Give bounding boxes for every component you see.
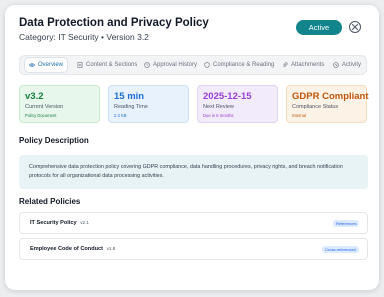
tab-bar: Overview Content & Sections Approval His… <box>19 55 367 75</box>
related-policy-name: Employee Code of Conduct <box>30 245 104 252</box>
related-policy-item[interactable]: Employee Code of Conduct v1.8 Cross-refe… <box>19 238 368 260</box>
relation-badge: References <box>333 219 360 227</box>
tab-overview[interactable]: Overview <box>25 58 68 72</box>
stat-label: Current Version <box>25 104 64 110</box>
eye-icon <box>29 63 35 67</box>
tab-approval-history-label: Approval History <box>153 62 198 68</box>
description-heading: Policy Description <box>19 136 89 145</box>
stat-value: v3.2 <box>25 91 44 102</box>
tab-attachments[interactable]: Attachments <box>282 58 324 72</box>
stat-value: GDPR Compliant <box>292 91 369 102</box>
tab-attachments-label: Attachments <box>291 62 325 68</box>
clock-icon <box>144 62 150 68</box>
tab-content-sections-label: Content & Sections <box>86 62 138 68</box>
description-text: Comprehensive data protection policy cov… <box>29 164 343 179</box>
related-policy-version: v2.1 <box>80 219 89 225</box>
tab-compliance-reading[interactable]: Compliance & Reading <box>204 58 274 72</box>
close-button[interactable] <box>349 21 361 33</box>
related-policies-heading: Related Policies <box>19 197 81 206</box>
tab-compliance-reading-label: Compliance & Reading <box>213 62 275 68</box>
document-icon <box>77 62 83 68</box>
stat-card-reading-time: 15 min Reading Time 2.3 KB <box>108 85 189 123</box>
modal-title: Data Protection and Privacy Policy <box>19 17 209 29</box>
stat-sub: 2.3 KB <box>114 113 127 118</box>
tab-activity-label: Activity <box>342 62 362 68</box>
related-policy-name: IT Security Policy <box>30 219 77 226</box>
related-policy-version: v1.8 <box>106 245 116 251</box>
stat-sub: Due in 6 months <box>203 113 234 118</box>
tab-content-sections[interactable]: Content & Sections <box>77 58 137 72</box>
tab-overview-label: Overview <box>38 62 64 68</box>
related-policy-item[interactable]: IT Security Policy v2.1 References <box>19 212 368 234</box>
activity-icon <box>333 62 339 68</box>
stat-card-compliance: GDPR Compliant Compliance Status Interna… <box>286 85 369 123</box>
stat-sub: Internal <box>292 113 306 118</box>
description-box: Comprehensive data protection policy cov… <box>19 155 368 189</box>
close-icon <box>351 23 358 30</box>
stat-sub: Policy Document <box>25 113 57 118</box>
stat-label: Reading Time <box>114 104 148 110</box>
stat-value: 2025-12-15 <box>203 91 252 102</box>
tab-approval-history[interactable]: Approval History <box>144 58 197 72</box>
status-badge: Active <box>296 20 342 35</box>
tab-activity[interactable]: Activity <box>333 58 361 72</box>
stat-card-version: v3.2 Current Version Policy Document <box>19 85 100 123</box>
shield-icon <box>204 62 210 68</box>
stat-value: 15 min <box>114 91 145 102</box>
stat-label: Compliance Status <box>292 104 339 110</box>
modal-subtitle: Category: IT Security • Version 3.2 <box>19 32 149 42</box>
relation-badge: Cross-referenced <box>322 245 359 253</box>
stat-card-next-review: 2025-12-15 Next Review Due in 6 months <box>197 85 278 123</box>
stat-label: Next Review <box>203 104 234 110</box>
policy-detail-modal: Data Protection and Privacy Policy Categ… <box>5 5 379 290</box>
paperclip-icon <box>283 62 288 68</box>
